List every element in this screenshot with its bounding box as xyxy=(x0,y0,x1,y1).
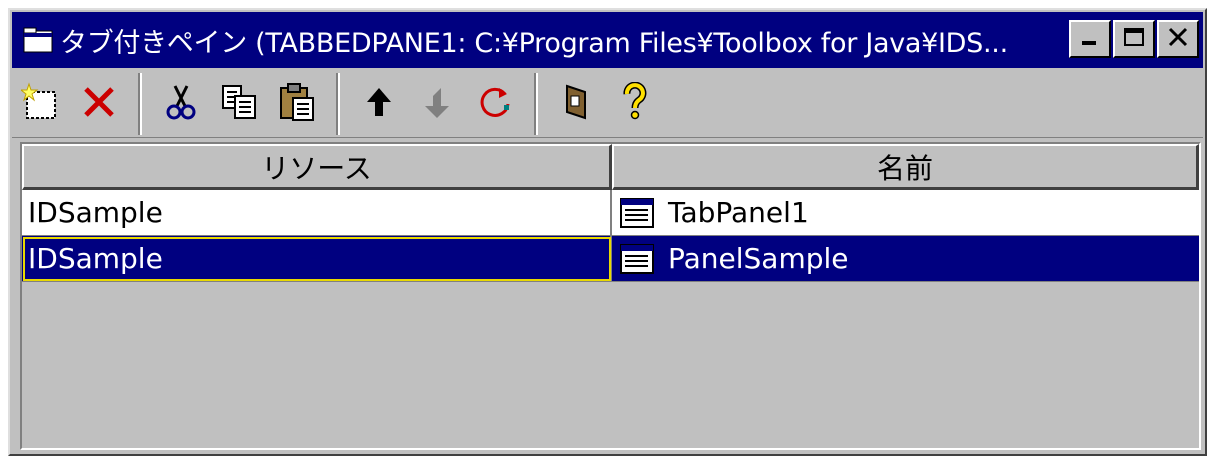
toolbar-separator xyxy=(138,72,142,135)
minimize-icon xyxy=(1079,27,1101,51)
paste-icon xyxy=(277,82,317,126)
refresh-button[interactable] xyxy=(472,76,518,132)
maximize-button[interactable] xyxy=(1113,20,1155,58)
delete-icon xyxy=(79,82,119,126)
new-button[interactable] xyxy=(18,76,64,132)
refresh-icon xyxy=(475,82,515,126)
properties-button[interactable] xyxy=(554,76,600,132)
window-title: タブ付きペイン (TABBEDPANE1: C:¥Program Files¥T… xyxy=(60,27,1008,59)
paste-button[interactable] xyxy=(274,76,320,132)
tabbed-pane-window: タブ付きペイン (TABBEDPANE1: C:¥Program Files¥T… xyxy=(8,8,1207,456)
delete-button[interactable] xyxy=(76,76,122,132)
resource-cell[interactable]: IDSample xyxy=(22,190,612,236)
title-bar[interactable]: タブ付きペイン (TABBEDPANE1: C:¥Program Files¥T… xyxy=(12,12,1203,68)
toolbar-separator xyxy=(336,72,340,135)
cut-icon xyxy=(161,82,201,126)
resource-table[interactable]: リソース 名前 IDSample TabPanel1 IDSample Pane… xyxy=(20,142,1201,450)
column-header-name[interactable]: 名前 xyxy=(612,144,1199,190)
name-cell[interactable]: TabPanel1 xyxy=(612,190,1199,236)
window-icon xyxy=(18,20,58,60)
resource-cell[interactable]: IDSample xyxy=(22,236,612,282)
maximize-icon xyxy=(1123,27,1145,51)
close-button[interactable] xyxy=(1157,20,1199,58)
panel-icon xyxy=(620,196,654,230)
move-up-button[interactable] xyxy=(356,76,402,132)
copy-icon xyxy=(219,82,259,126)
toolbar-separator xyxy=(534,72,538,135)
help-icon xyxy=(615,81,655,126)
table-header: リソース 名前 xyxy=(22,144,1199,190)
new-icon xyxy=(19,81,61,126)
move-up-icon xyxy=(359,82,399,126)
move-down-icon xyxy=(417,82,457,126)
move-down-button xyxy=(414,76,460,132)
name-text: PanelSample xyxy=(668,242,849,275)
column-header-resource[interactable]: リソース xyxy=(22,144,612,190)
close-icon xyxy=(1167,27,1189,51)
name-cell[interactable]: PanelSample xyxy=(612,236,1199,282)
toolbar xyxy=(12,70,1203,138)
help-button[interactable] xyxy=(612,76,658,132)
panel-icon xyxy=(620,242,654,276)
cut-button[interactable] xyxy=(158,76,204,132)
table-row[interactable]: IDSample TabPanel1 xyxy=(22,190,1199,236)
table-row-selected[interactable]: IDSample PanelSample xyxy=(22,236,1199,282)
name-text: TabPanel1 xyxy=(668,196,809,229)
copy-button[interactable] xyxy=(216,76,262,132)
minimize-button[interactable] xyxy=(1069,20,1111,58)
properties-icon xyxy=(557,82,597,126)
